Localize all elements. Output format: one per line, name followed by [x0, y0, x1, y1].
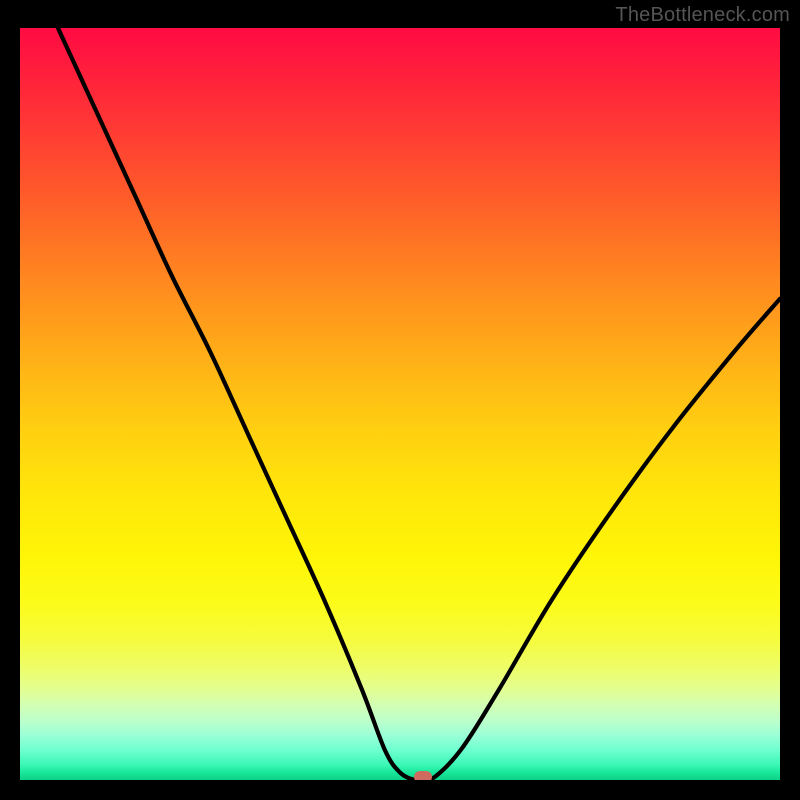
bottleneck-curve — [20, 28, 780, 780]
plot-area — [20, 28, 780, 780]
optimal-point-marker — [414, 771, 432, 780]
chart-frame: TheBottleneck.com — [0, 0, 800, 800]
watermark-text: TheBottleneck.com — [615, 4, 790, 27]
